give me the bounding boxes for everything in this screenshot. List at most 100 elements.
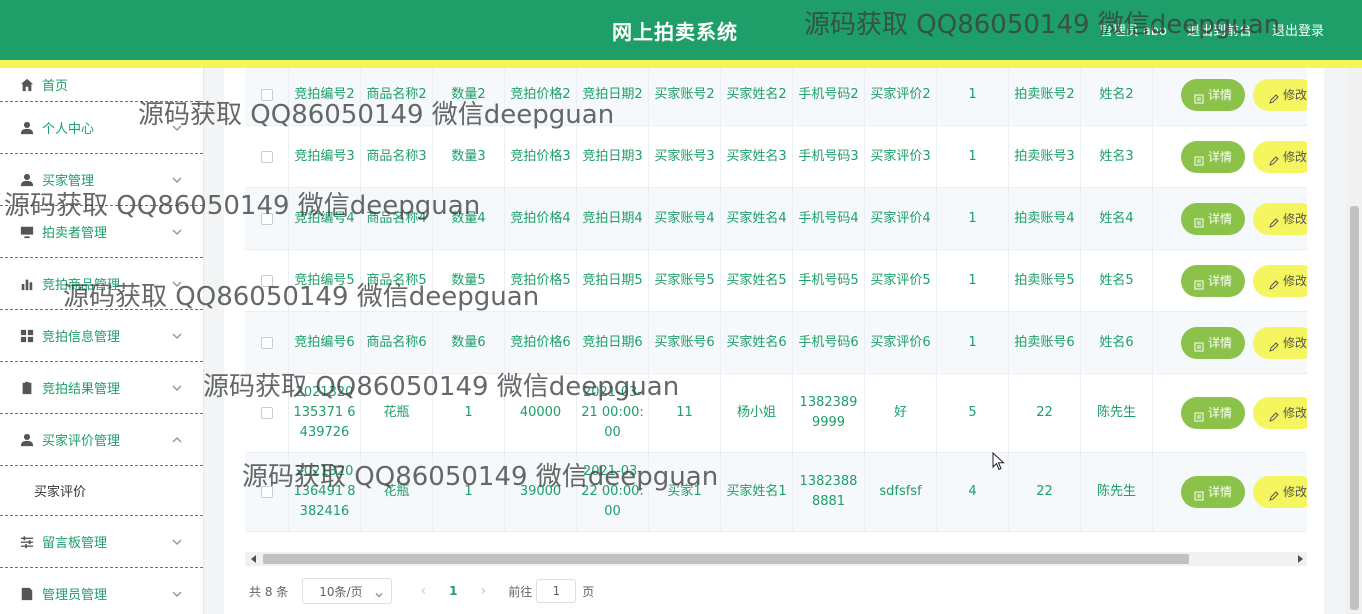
sidebar-item-buyer-review-management[interactable]: 买家评价管理 xyxy=(0,414,203,466)
edit-button[interactable]: 修改 xyxy=(1253,264,1307,297)
next-page-icon[interactable]: › xyxy=(468,578,498,604)
cell-bid-date: 竞拍日期4 xyxy=(577,188,649,249)
cell-quantity: 数量3 xyxy=(433,126,505,187)
cell-phone-number: 手机号码5 xyxy=(793,250,865,311)
row-checkbox[interactable] xyxy=(260,89,273,101)
detail-button-label: 详情 xyxy=(1207,406,1232,420)
cell-goods-name: 花瓶 xyxy=(361,374,433,452)
row-checkbox-cell xyxy=(245,250,289,311)
cell-rating: 1 xyxy=(937,68,1009,125)
sidebar-item-label: 竞拍商品管理 xyxy=(42,278,121,293)
cell-bid-number: 竞拍编号4 xyxy=(289,188,361,249)
chevron-down-icon xyxy=(171,174,183,186)
goto-label: 前往 xyxy=(508,584,533,599)
sidebar-item-auction-result-management[interactable]: 竞拍结果管理 xyxy=(0,362,203,414)
edit-button[interactable]: 修改 xyxy=(1253,202,1307,235)
sidebar-item-auction-goods-management[interactable]: 竞拍商品管理 xyxy=(0,258,203,310)
prev-page-icon[interactable]: ‹ xyxy=(408,578,438,604)
row-checkbox[interactable] xyxy=(260,486,273,498)
back-to-frontend-link[interactable]: 退出到前台 xyxy=(1187,20,1252,39)
cell-bid-number: 竞拍编号6 xyxy=(289,312,361,373)
mouse-cursor-icon xyxy=(992,452,1005,471)
cell-buyer-account: 买家账号4 xyxy=(649,188,721,249)
detail-button[interactable]: 详情 xyxy=(1181,397,1245,429)
row-checkbox-cell xyxy=(245,68,289,125)
cell-buyer-account: 买家账号5 xyxy=(649,250,721,311)
row-checkbox[interactable] xyxy=(260,407,273,419)
sidebar-item-personal-center[interactable]: 个人中心 xyxy=(0,102,203,154)
scroll-right-arrow-icon[interactable] xyxy=(1298,555,1303,563)
detail-button[interactable]: 详情 xyxy=(1181,140,1245,173)
cell-buyer-account: 11 xyxy=(649,374,721,452)
sidebar-item-label: 买家管理 xyxy=(42,174,95,189)
cell-rating: 1 xyxy=(937,126,1009,187)
cell-goods-name: 商品名称4 xyxy=(361,188,433,249)
top-header: 网上拍卖系统 管理员 abo 退出到前台 退出登录 xyxy=(0,0,1362,60)
cell-goods-name: 商品名称2 xyxy=(361,68,433,125)
cell-buyer-name: 买家姓名1 xyxy=(721,453,793,531)
cell-bid-date: 竞拍日期2 xyxy=(577,68,649,125)
table-row: 竞拍编号2 商品名称2 数量2 竞拍价格2 竞拍日期2 买家账号2 买家姓名2 手机号码2 买家… xyxy=(245,68,1307,126)
sidebar-item-label: 拍卖者管理 xyxy=(42,226,108,241)
table-row: 2021320135371 6439726 花瓶 1 40000 2021-03-21 … xyxy=(245,374,1307,453)
chevron-down-icon xyxy=(171,226,183,238)
row-checkbox[interactable] xyxy=(260,274,273,287)
logout-link[interactable]: 退出登录 xyxy=(1272,20,1324,39)
page-size-select[interactable]: 10条/页 xyxy=(302,578,393,604)
row-checkbox[interactable] xyxy=(260,150,273,163)
cell-bid-price: 竞拍价格3 xyxy=(505,126,577,187)
vertical-scrollbar[interactable] xyxy=(1347,68,1362,614)
sidebar-item-label: 留言板管理 xyxy=(42,536,108,551)
cell-rating: 1 xyxy=(937,188,1009,249)
sidebar-item-home[interactable]: 首页 xyxy=(0,68,203,102)
cell-name: 姓名3 xyxy=(1081,126,1153,187)
cell-buyer-name: 买家姓名4 xyxy=(721,188,793,249)
sidebar-item-label: 买家评价管理 xyxy=(42,434,121,449)
cell-rating: 5 xyxy=(937,374,1009,452)
sidebar-subitem-buyer-review[interactable]: 买家评价 xyxy=(0,466,203,516)
sidebar-item-admin-management[interactable]: 管理员管理 xyxy=(0,568,203,614)
edit-button[interactable]: 修改 xyxy=(1253,397,1307,429)
cell-name: 陈先生 xyxy=(1081,453,1153,531)
edit-button[interactable]: 修改 xyxy=(1253,140,1307,173)
pagination-total: 共 8 条 xyxy=(249,584,289,599)
cell-bid-price: 竞拍价格5 xyxy=(505,250,577,311)
edit-pencil-icon xyxy=(1269,152,1279,166)
row-checkbox-cell xyxy=(245,374,289,452)
cell-bid-price: 竞拍价格4 xyxy=(505,188,577,249)
current-page-number[interactable]: 1 xyxy=(438,578,468,604)
detail-button[interactable]: 详情 xyxy=(1181,476,1245,508)
chevron-down-icon xyxy=(171,536,183,548)
data-table: 竞拍编号2 商品名称2 数量2 竞拍价格2 竞拍日期2 买家账号2 买家姓名2 手机号码2 买家… xyxy=(245,68,1307,552)
scroll-thumb[interactable] xyxy=(263,554,1189,564)
scroll-left-arrow-icon[interactable] xyxy=(251,555,256,563)
edit-button[interactable]: 修改 xyxy=(1253,476,1307,508)
admin-user-label: 管理员 abo xyxy=(1099,24,1167,39)
sidebar-item-seller-management[interactable]: 拍卖者管理 xyxy=(0,206,203,258)
goto-page-input[interactable] xyxy=(536,579,577,603)
cell-phone-number: 13823899999 xyxy=(793,374,865,452)
row-checkbox[interactable] xyxy=(260,212,273,225)
detail-button[interactable]: 详情 xyxy=(1181,326,1245,359)
cell-goods-name: 商品名称3 xyxy=(361,126,433,187)
sidebar-item-auction-info-management[interactable]: 竞拍信息管理 xyxy=(0,310,203,362)
sidebar-item-message-board-management[interactable]: 留言板管理 xyxy=(0,516,203,568)
detail-button[interactable]: 详情 xyxy=(1181,202,1245,235)
row-checkbox[interactable] xyxy=(260,336,273,349)
edit-button-label: 修改 xyxy=(1283,88,1307,102)
document-icon xyxy=(1194,214,1204,227)
document-icon xyxy=(20,587,34,601)
detail-button[interactable]: 详情 xyxy=(1181,264,1245,297)
sidebar-item-label: 竞拍信息管理 xyxy=(42,330,121,345)
cell-buyer-name: 买家姓名3 xyxy=(721,126,793,187)
detail-button[interactable]: 详情 xyxy=(1181,79,1245,111)
row-checkbox-cell xyxy=(245,453,289,531)
cell-seller-account: 22 xyxy=(1009,374,1081,452)
vertical-scroll-thumb[interactable] xyxy=(1350,206,1359,610)
edit-button[interactable]: 修改 xyxy=(1253,326,1307,359)
horizontal-scrollbar[interactable] xyxy=(245,552,1307,566)
sidebar: 首页 个人中心 买家管理 拍卖者管理 竞拍商品管理 竞拍信息管理 竞拍结果管理 … xyxy=(0,68,204,614)
edit-button[interactable]: 修改 xyxy=(1253,79,1307,111)
cell-bid-number: 竞拍编号2 xyxy=(289,68,361,125)
sidebar-item-buyer-management[interactable]: 买家管理 xyxy=(0,154,203,206)
